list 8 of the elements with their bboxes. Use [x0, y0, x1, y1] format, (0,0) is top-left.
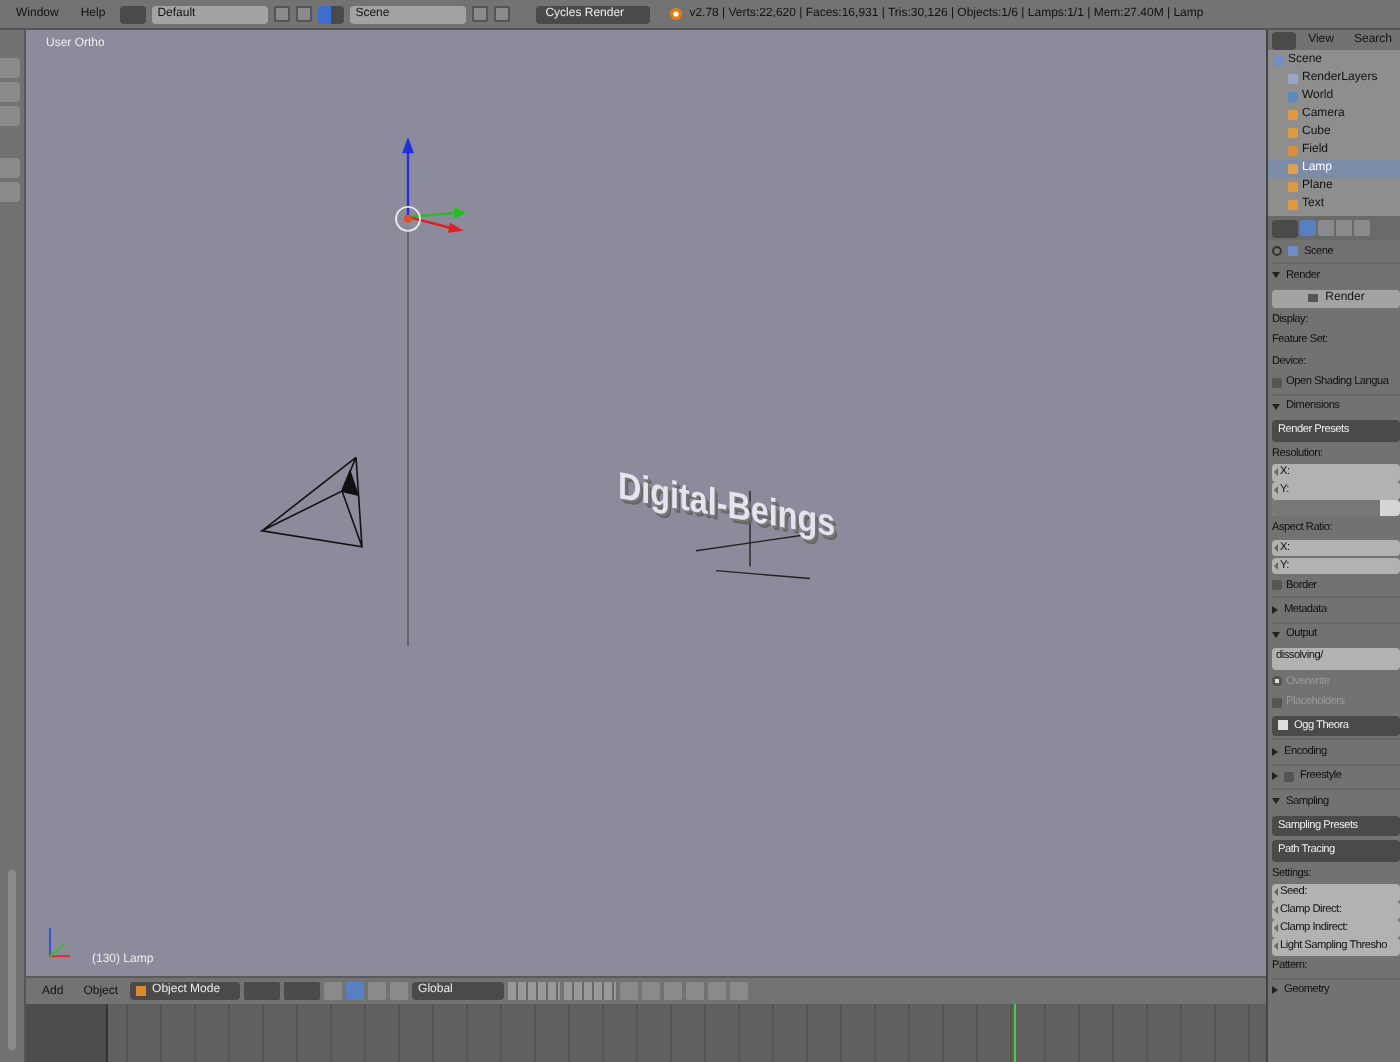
timeline[interactable] [26, 1004, 1266, 1062]
checkbox[interactable] [1284, 771, 1294, 782]
camera-drawing[interactable] [261, 456, 363, 548]
logo-icon [667, 6, 684, 22]
axis-orientation-icon [49, 927, 71, 958]
layer-grid-icon[interactable] [508, 982, 561, 1000]
lamp-gizmo-drawing[interactable] [395, 137, 466, 233]
layer-grid-icon[interactable] [564, 982, 617, 1000]
